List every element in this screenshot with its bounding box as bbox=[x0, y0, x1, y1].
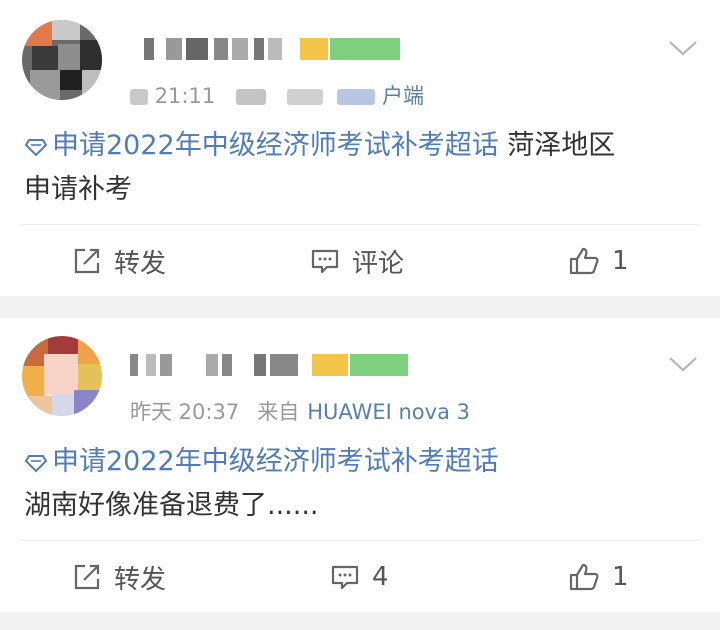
post-content[interactable]: 申请2022年中级经济师考试补考超话 湖南好像准备退费了...... bbox=[24, 440, 680, 528]
post-device: HUAWEI nova 3 bbox=[307, 400, 470, 424]
action-bar: 转发 评论 1 bbox=[0, 226, 720, 296]
comment-button[interactable]: 4 bbox=[330, 542, 389, 612]
weibo-post[interactable]: 申请2022年中级经济师考试补考超话 湖南好像准备退费了...... 转发 4 … bbox=[0, 318, 720, 612]
comment-button[interactable]: 评论 bbox=[310, 226, 404, 296]
repost-icon bbox=[74, 564, 100, 590]
post-meta: 21:11 户端 bbox=[130, 80, 424, 110]
avatar[interactable] bbox=[22, 20, 102, 100]
repost-button[interactable]: 转发 bbox=[72, 226, 166, 296]
comment-icon bbox=[331, 565, 359, 590]
post-time: 21:11 bbox=[154, 84, 216, 108]
post-content[interactable]: 申请2022年中级经济师考试补考超话 菏泽地区 申请补考 bbox=[24, 124, 680, 212]
repost-button[interactable]: 转发 bbox=[72, 542, 166, 612]
post-meta: 昨天 20:37 来自 HUAWEI nova 3 bbox=[130, 396, 470, 426]
like-button[interactable]: 1 bbox=[568, 542, 629, 612]
like-icon bbox=[569, 247, 599, 275]
weibo-post[interactable]: 21:11 户端 申请2022年中级经济师考试补考超话 菏泽地区 申请补考 转发 bbox=[0, 0, 720, 296]
topic-diamond-icon bbox=[24, 455, 48, 473]
like-button[interactable]: 1 bbox=[568, 226, 629, 296]
chevron-down-icon[interactable] bbox=[668, 354, 698, 374]
topic-link[interactable]: 申请2022年中级经济师考试补考超话 bbox=[24, 130, 499, 161]
post-source-label: 来自 bbox=[257, 400, 300, 424]
topic-link[interactable]: 申请2022年中级经济师考试补考超话 bbox=[24, 446, 499, 477]
chevron-down-icon[interactable] bbox=[668, 38, 698, 58]
post-text: 湖南好像准备退费了...... bbox=[24, 490, 319, 521]
divider bbox=[20, 540, 700, 541]
post-text-line2: 申请补考 bbox=[24, 174, 132, 205]
action-bar: 转发 4 1 bbox=[0, 542, 720, 612]
like-icon bbox=[569, 563, 599, 591]
post-text: 菏泽地区 bbox=[498, 130, 616, 161]
comment-count: 4 bbox=[372, 562, 389, 592]
avatar[interactable] bbox=[22, 336, 102, 416]
post-device: 户端 bbox=[381, 84, 424, 108]
comment-icon bbox=[311, 249, 339, 274]
topic-diamond-icon bbox=[24, 139, 48, 157]
post-time: 昨天 20:37 bbox=[130, 400, 240, 424]
divider bbox=[20, 224, 700, 225]
repost-icon bbox=[74, 248, 100, 274]
